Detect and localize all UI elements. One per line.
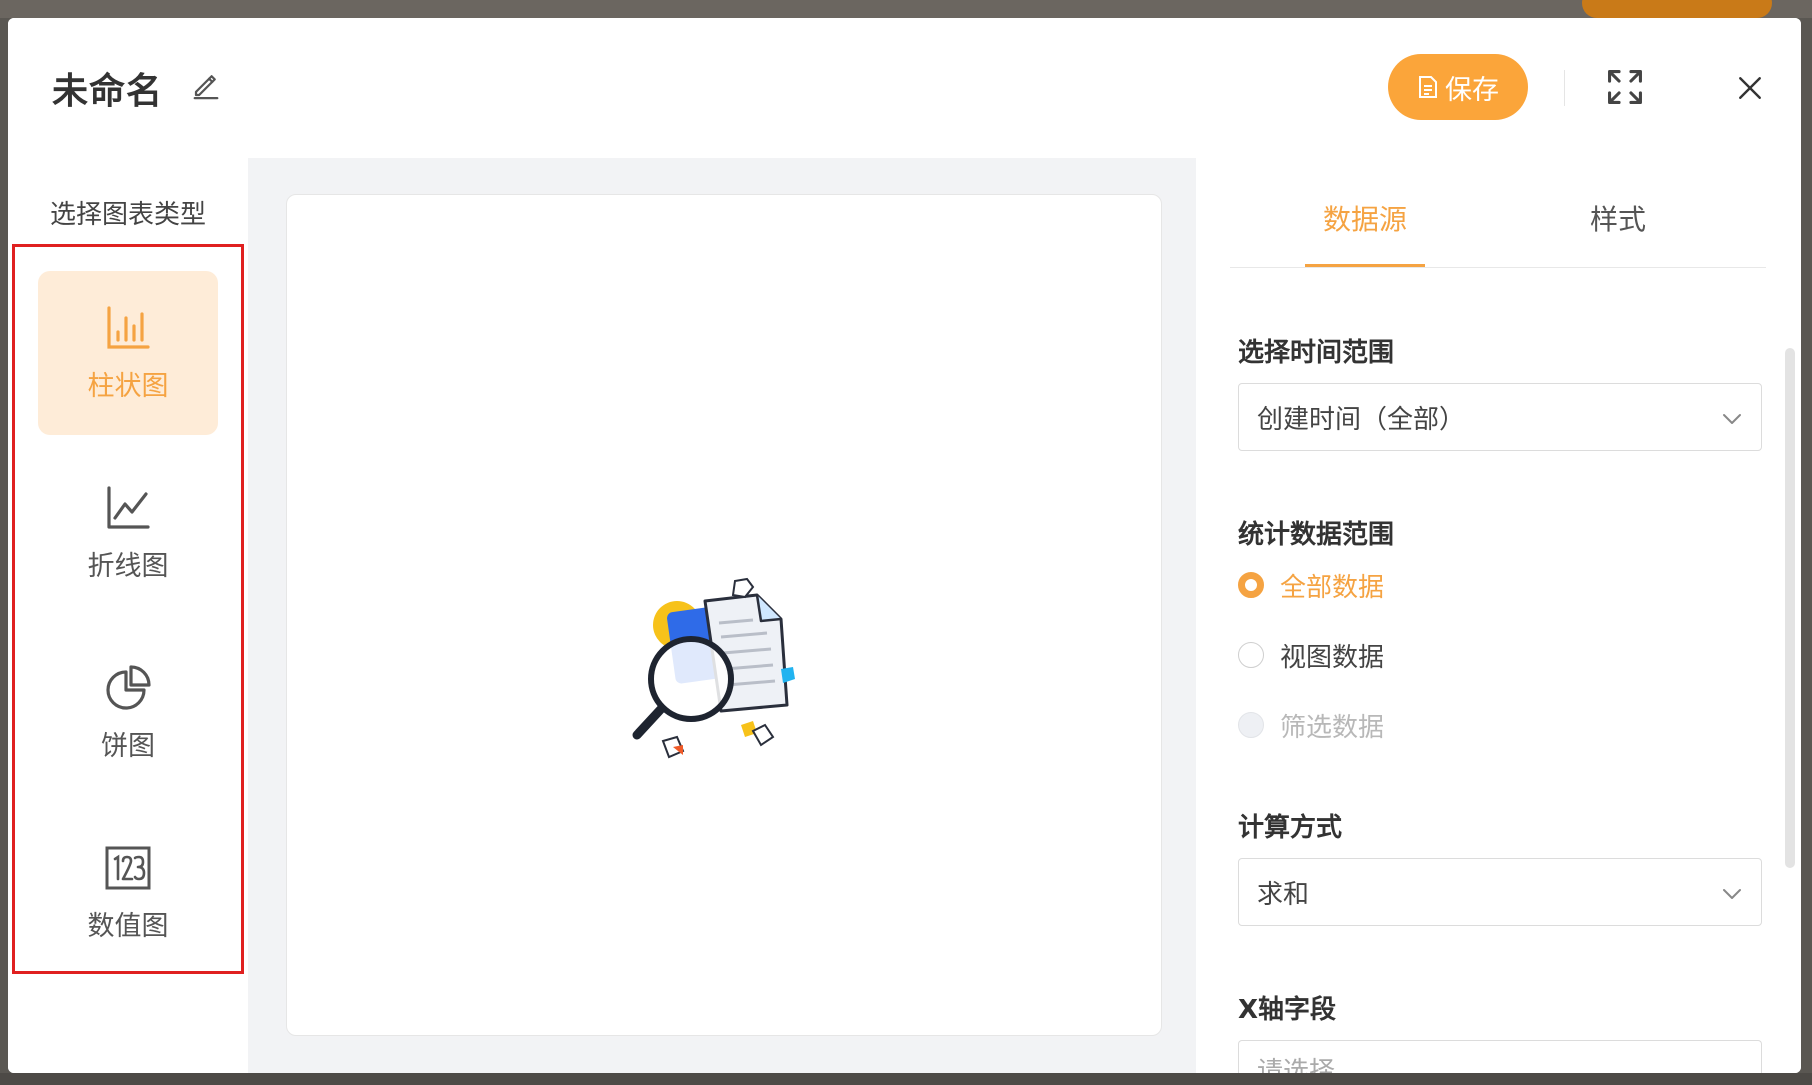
number-chart-icon: [105, 846, 151, 889]
radio-label: 筛选数据: [1280, 712, 1385, 743]
tab-data-source[interactable]: 数据源: [1323, 198, 1407, 238]
tab-style[interactable]: 样式: [1590, 198, 1646, 238]
time-range-label: 选择时间范围: [1238, 338, 1395, 368]
radio-dot: [1238, 712, 1264, 738]
chart-type-label: 饼图: [101, 730, 155, 762]
chart-type-pie[interactable]: 饼图: [38, 631, 218, 795]
config-panel: 数据源 样式: [1196, 158, 1801, 1073]
chart-type-line[interactable]: 折线图: [38, 451, 218, 615]
line-chart-icon: [107, 485, 150, 529]
chevron-down-icon: [1723, 414, 1741, 424]
calc-method-label: 计算方式: [1238, 813, 1343, 843]
edit-title-icon[interactable]: [191, 70, 221, 100]
x-axis-placeholder: 请选择: [1257, 1057, 1336, 1073]
x-axis-select[interactable]: 请选择: [1238, 1040, 1762, 1073]
config-panel-scrollbar[interactable]: [1785, 348, 1795, 868]
modal-header: 未命名 保存: [8, 18, 1801, 158]
backdrop-toolbar: [0, 0, 1812, 18]
backdrop-bottom: [0, 1073, 1812, 1085]
x-axis-label: X轴字段: [1238, 995, 1337, 1025]
data-range-label: 统计数据范围: [1238, 520, 1395, 550]
chart-type-number[interactable]: 数值图: [38, 811, 218, 975]
chevron-down-icon: [1723, 889, 1741, 899]
radio-label: 全部数据: [1280, 572, 1385, 603]
backdrop-import-button: [1582, 0, 1772, 18]
close-icon[interactable]: [1737, 75, 1763, 101]
radio-dot: [1238, 572, 1264, 598]
chart-type-label: 柱状图: [87, 370, 169, 402]
save-button-label: 保存: [1445, 74, 1499, 106]
radio-view-data[interactable]: 视图数据: [1238, 635, 1384, 675]
header-divider: [1564, 70, 1565, 106]
tab-active-indicator: [1305, 264, 1425, 267]
radio-label: 视图数据: [1280, 642, 1385, 673]
pie-chart-icon: [106, 664, 151, 710]
chart-type-list: 柱状图 折线图 饼图 数值图: [12, 244, 244, 974]
radio-filtered-data: 筛选数据: [1238, 705, 1384, 745]
chart-title: 未命名: [52, 71, 164, 112]
fullscreen-icon[interactable]: [1606, 68, 1644, 106]
radio-all-data[interactable]: 全部数据: [1238, 565, 1384, 605]
bar-chart-icon: [107, 305, 150, 349]
chart-type-label: 数值图: [87, 910, 169, 942]
sidebar-title: 选择图表类型: [49, 200, 206, 230]
time-range-select[interactable]: 创建时间（全部）: [1238, 383, 1762, 451]
chart-preview-card: [286, 194, 1162, 1036]
document-icon: [1419, 76, 1437, 98]
chart-type-label: 折线图: [87, 550, 169, 582]
chart-type-bar[interactable]: 柱状图: [38, 271, 218, 435]
save-button[interactable]: 保存: [1388, 54, 1528, 120]
time-range-value: 创建时间（全部）: [1257, 404, 1466, 435]
calc-method-value: 求和: [1257, 879, 1310, 910]
chart-preview-area: [248, 158, 1196, 1073]
empty-data-illustration: [632, 577, 795, 759]
chart-type-sidebar: 选择图表类型 柱状图 折线图 饼图 数值图: [8, 158, 248, 1073]
calc-method-select[interactable]: 求和: [1238, 858, 1762, 926]
radio-dot: [1238, 642, 1264, 668]
config-tabs: 数据源 样式: [1230, 158, 1766, 268]
